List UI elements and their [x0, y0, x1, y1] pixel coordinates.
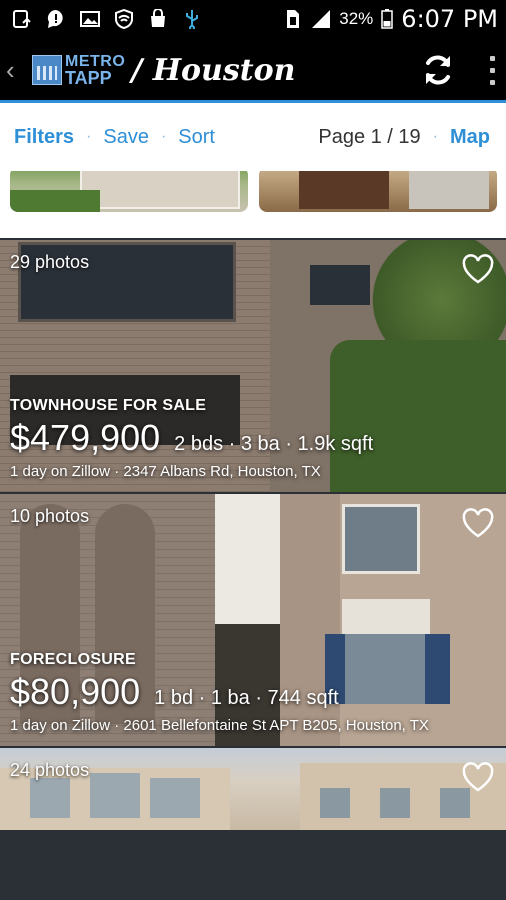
listing-type: TOWNHOUSE FOR SALE — [10, 397, 207, 414]
city-title: / Houston — [131, 53, 295, 88]
listing-type: FORECLOSURE — [10, 651, 136, 668]
battery-icon — [381, 9, 394, 29]
favorite-heart-icon[interactable] — [462, 508, 494, 538]
store-icon — [151, 9, 165, 27]
toolbar-dot: · — [86, 128, 92, 145]
metrotapp-logo — [32, 55, 62, 85]
filters-button[interactable]: Filters — [14, 126, 74, 149]
featured-card[interactable] — [259, 171, 497, 212]
page-indicator: Page 1 / 19 — [318, 125, 421, 148]
listing-specs: 2 bds · 3 ba · 1.9k sqft — [174, 433, 374, 455]
photo-count: 29 photos — [10, 252, 90, 272]
favorite-heart-icon[interactable] — [462, 254, 494, 284]
photo-count: 10 photos — [10, 506, 90, 526]
signal-icon — [312, 10, 331, 28]
listing-info: TOWNHOUSE FOR SALE $479,900 2 bds · 3 ba… — [10, 397, 373, 480]
back-chevron-icon[interactable]: ‹ — [0, 55, 28, 86]
battery-percent: 32% — [339, 9, 374, 28]
filter-toolbar: Filters · Save · Sort Page 1 / 19 · Map — [0, 103, 506, 171]
listing-address: 2347 Albans Rd, Houston, TX — [123, 463, 321, 480]
listing-meta: 1 day on Zillow · 2601 Bellefontaine St … — [10, 717, 429, 734]
screenshot-icon — [13, 10, 31, 28]
listing-info: FORECLOSURE $80,900 1 bd · 1 ba · 744 sq… — [10, 651, 429, 734]
listing-card[interactable]: 24 photos — [0, 748, 506, 830]
city-name: Houston — [152, 52, 296, 88]
days-on-zillow: 1 day on Zillow — [10, 463, 111, 480]
listing-card[interactable]: 29 photos TOWNHOUSE FOR SALE $479,900 2 … — [0, 240, 506, 492]
featured-strip — [0, 171, 506, 238]
overflow-menu-icon[interactable] — [486, 52, 498, 88]
sort-button[interactable]: Sort — [178, 126, 215, 149]
logo-tapp: TAPP — [65, 68, 112, 88]
listing-address: 2601 Bellefontaine St APT B205, Houston,… — [123, 717, 429, 734]
usb-icon — [186, 10, 198, 29]
toolbar-dot: · — [432, 128, 438, 145]
refresh-icon[interactable] — [420, 52, 456, 88]
toolbar-dot: · — [160, 128, 167, 145]
bottom-area — [0, 830, 506, 900]
map-button[interactable]: Map — [450, 126, 490, 149]
wifi-shield-icon — [115, 9, 133, 29]
status-bar: 32% 6:07 PM — [0, 0, 506, 38]
listing-price: $80,900 — [10, 671, 141, 712]
featured-card[interactable] — [10, 171, 248, 212]
app-bar: ‹ METRO TAPP / Houston — [0, 38, 506, 102]
sim-data-icon — [287, 10, 300, 28]
days-on-zillow: 1 day on Zillow — [10, 717, 111, 734]
logo-text: METRO TAPP — [65, 54, 125, 88]
gallery-icon — [80, 11, 100, 27]
listing-specs: 1 bd · 1 ba · 744 sqft — [154, 687, 339, 709]
chat-icon — [47, 9, 63, 28]
photo-count: 24 photos — [10, 760, 90, 780]
listing-price: $479,900 — [10, 417, 161, 458]
listing-card[interactable]: 10 photos FORECLOSURE $80,900 1 bd · 1 b… — [0, 494, 506, 746]
save-button[interactable]: Save — [103, 126, 149, 149]
favorite-heart-icon[interactable] — [462, 762, 494, 792]
status-time: 6:07 PM — [401, 5, 498, 33]
listing-meta: 1 day on Zillow · 2347 Albans Rd, Housto… — [10, 463, 321, 480]
title-separator: / — [131, 52, 143, 88]
